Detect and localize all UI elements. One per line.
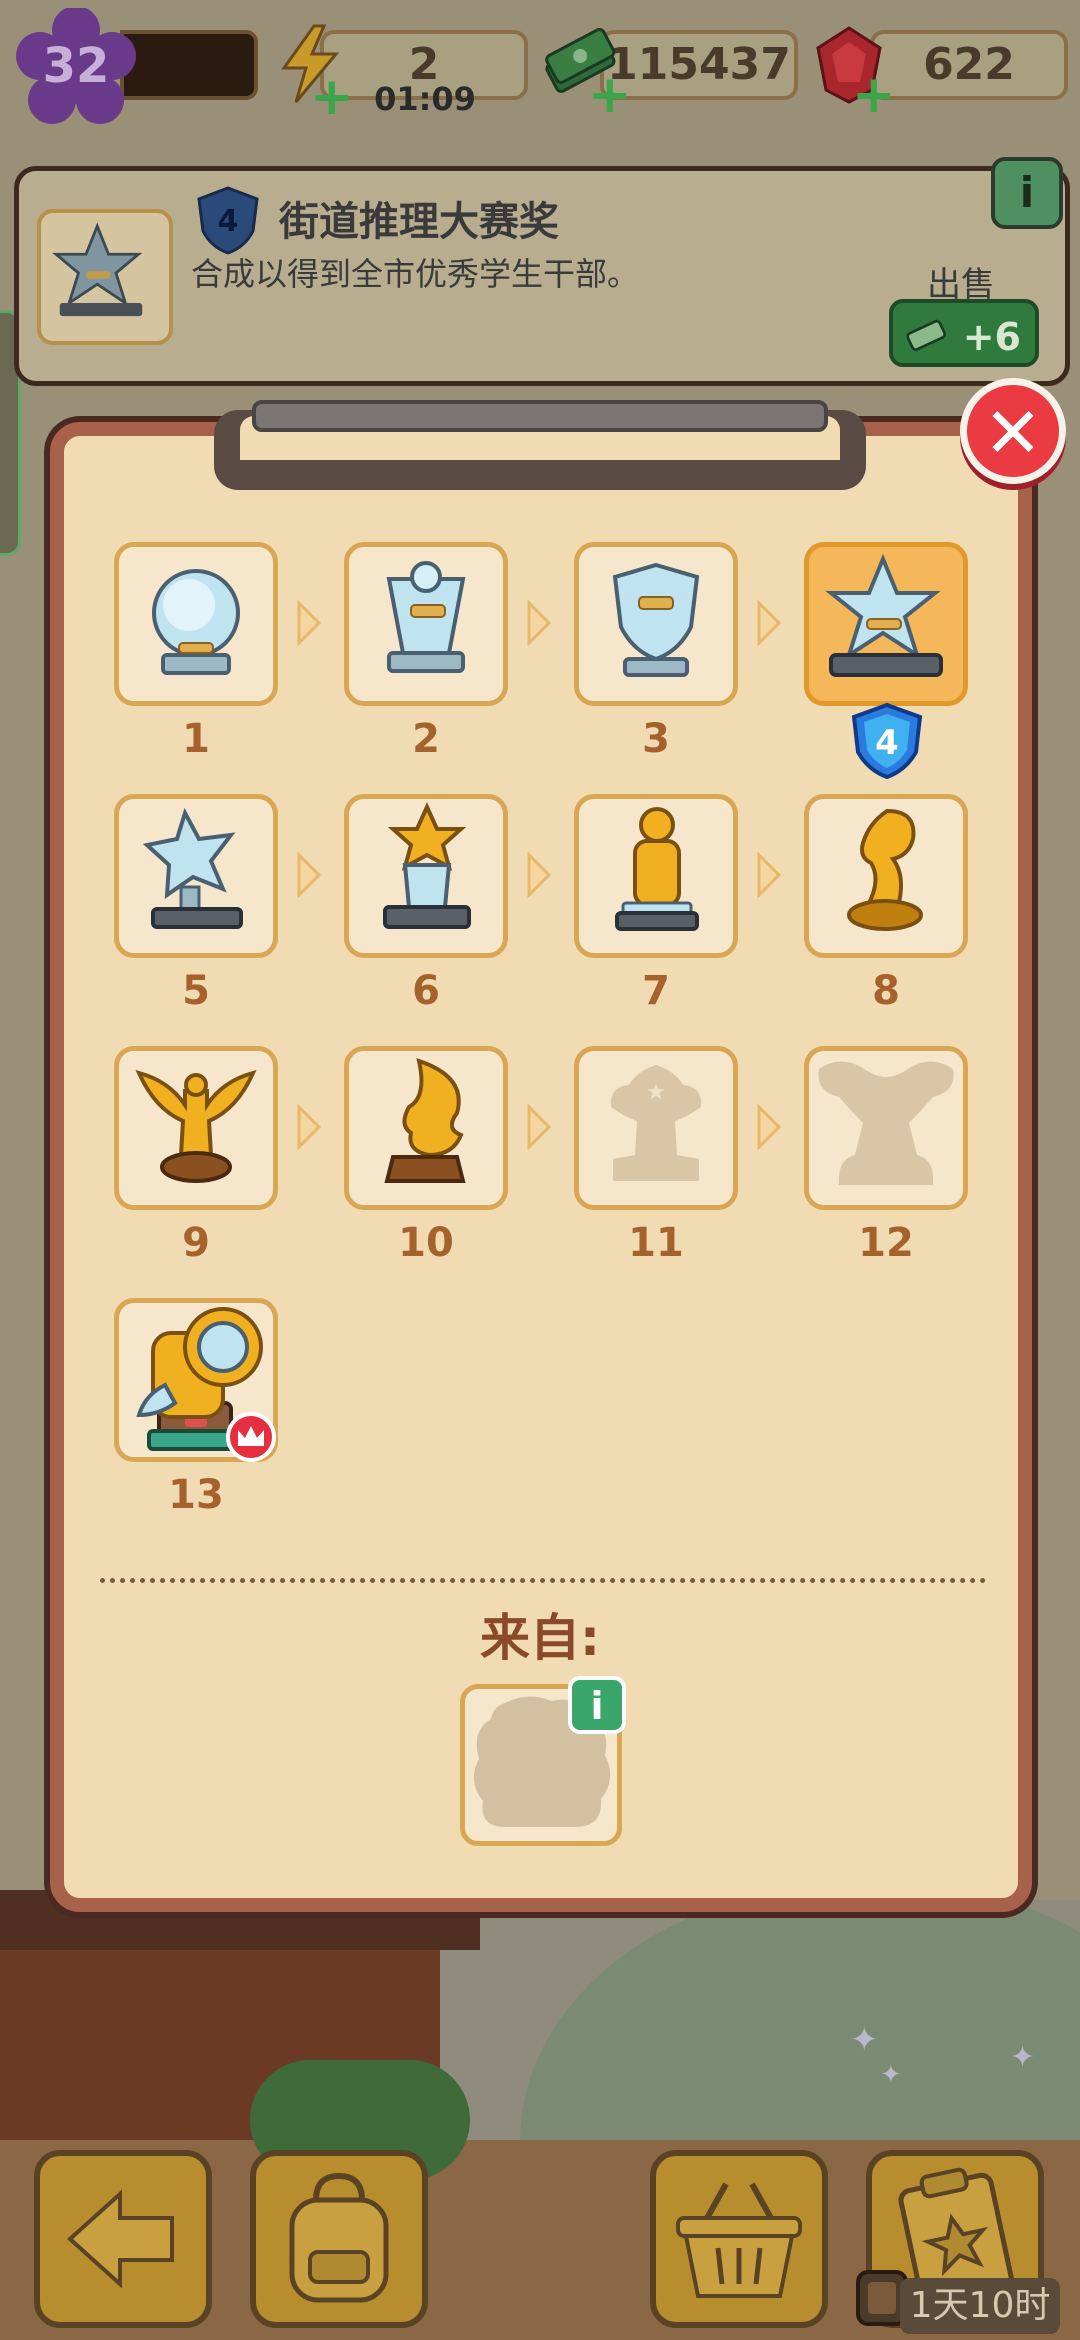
- chain-item-10[interactable]: [344, 1046, 508, 1210]
- locked-silhouette-icon: [818, 1061, 954, 1185]
- crystal-disc-trophy-icon: [152, 569, 240, 675]
- sparkle-icon: ✦: [850, 2020, 879, 2060]
- item-title: 街道推理大赛奖: [279, 199, 559, 245]
- crown-icon: [226, 1412, 276, 1462]
- basket-icon: [676, 2182, 802, 2298]
- chain-arrow-icon: [297, 600, 322, 646]
- add-energy-icon[interactable]: +: [310, 71, 354, 123]
- chain-arrow-icon: [757, 852, 782, 898]
- chain-item-7[interactable]: [574, 794, 738, 958]
- info-button[interactable]: i: [991, 157, 1063, 229]
- back-arrow-icon: [67, 2189, 174, 2289]
- item-info-panel: 4 街道推理大赛奖 合成以得到全市优秀学生干部。 i 出售 +6: [14, 157, 1070, 386]
- chain-item-number: 3: [642, 716, 670, 762]
- sparkle-icon: ✦: [1010, 2040, 1036, 2075]
- svg-text:★: ★: [646, 1080, 666, 1105]
- top-hud: 32 2 + 01:09 115437 + 622 +: [0, 0, 1080, 124]
- crystal-star-trophy-icon: [825, 553, 943, 677]
- gold-flame-trophy-icon: [384, 1057, 466, 1183]
- backpack-icon: [289, 2172, 389, 2303]
- gold-chess-knight-trophy-icon: [847, 808, 923, 931]
- shop-basket-button[interactable]: [650, 2150, 828, 2328]
- chain-item-number: 9: [182, 1220, 210, 1266]
- chain-item-9[interactable]: [114, 1046, 278, 1210]
- xp-bar: [120, 30, 258, 100]
- energy-timer: 01:09: [374, 80, 476, 118]
- chain-item-number: 10: [398, 1220, 454, 1266]
- chain-item-number: 8: [872, 968, 900, 1014]
- chain-item-number: 1: [182, 716, 210, 762]
- back-button[interactable]: [34, 2150, 212, 2328]
- gold-winged-statue-icon: [135, 1069, 257, 1183]
- chain-arrow-icon: [757, 1104, 782, 1150]
- level-badge[interactable]: 32: [16, 8, 136, 128]
- chain-arrow-icon: [527, 600, 552, 646]
- chain-arrow-icon: [757, 600, 782, 646]
- sell-value: +6: [962, 315, 1021, 359]
- chain-item-number: 2: [412, 716, 440, 762]
- sell-button[interactable]: +6: [889, 299, 1039, 367]
- gem-counter[interactable]: 622: [870, 30, 1068, 100]
- tier-badge-number: 4: [875, 723, 899, 763]
- sparkle-icon: ✦: [880, 2060, 902, 2090]
- item-description: 合成以得到全市优秀学生干部。: [191, 255, 640, 293]
- tier-shield-icon: 4: [197, 186, 259, 255]
- chain-item-number: 13: [168, 1472, 224, 1518]
- crystal-cup-trophy-icon: [386, 561, 466, 673]
- chain-item-number: 5: [182, 968, 210, 1014]
- player-level: 32: [42, 38, 110, 94]
- source-info-button[interactable]: i: [568, 1676, 626, 1734]
- chain-item-11[interactable]: ★: [574, 1046, 738, 1210]
- add-gems-icon[interactable]: +: [852, 69, 896, 121]
- add-cash-icon[interactable]: +: [588, 69, 632, 121]
- chain-arrow-icon: [297, 1104, 322, 1150]
- selected-item-thumbnail: [37, 209, 173, 345]
- crystal-star-trophy-icon: [52, 222, 143, 317]
- event-timer: 1天10时: [900, 2278, 1060, 2334]
- gold-figure-trophy-icon: [615, 807, 699, 931]
- locked-silhouette-icon: ★: [610, 1065, 702, 1181]
- tier-shield-number: 4: [218, 204, 239, 239]
- clipboard-clip: [214, 400, 866, 490]
- crown-glyph-icon: [238, 1426, 264, 1446]
- cash-stack-icon: [906, 319, 947, 351]
- chain-arrow-icon: [297, 852, 322, 898]
- crystal-shield-trophy-icon: [612, 562, 700, 677]
- crystal-star-statue-icon: [142, 807, 243, 929]
- from-label: 来自:: [480, 1609, 600, 1667]
- chain-item-number: 6: [412, 968, 440, 1014]
- chain-arrow-icon: [527, 1104, 552, 1150]
- chain-item-number: 12: [858, 1220, 914, 1266]
- chain-item-1[interactable]: [114, 542, 278, 706]
- chain-item-4[interactable]: [804, 542, 968, 706]
- chain-arrow-icon: [527, 852, 552, 898]
- close-button[interactable]: ✕: [960, 378, 1066, 484]
- gold-star-crystal-trophy-icon: [383, 802, 471, 929]
- chain-item-5[interactable]: [114, 794, 278, 958]
- chain-item-2[interactable]: [344, 542, 508, 706]
- gem-value: 622: [923, 39, 1015, 90]
- chain-item-number: 7: [642, 968, 670, 1014]
- cash-value: 115437: [607, 39, 791, 90]
- chain-item-8[interactable]: [804, 794, 968, 958]
- backpack-button[interactable]: [250, 2150, 428, 2328]
- tier-shield-badge-icon: 4: [851, 702, 923, 780]
- chain-item-6[interactable]: [344, 794, 508, 958]
- chain-item-3[interactable]: [574, 542, 738, 706]
- chain-item-number: 11: [628, 1220, 684, 1266]
- section-divider: [100, 1578, 986, 1583]
- chain-item-12[interactable]: [804, 1046, 968, 1210]
